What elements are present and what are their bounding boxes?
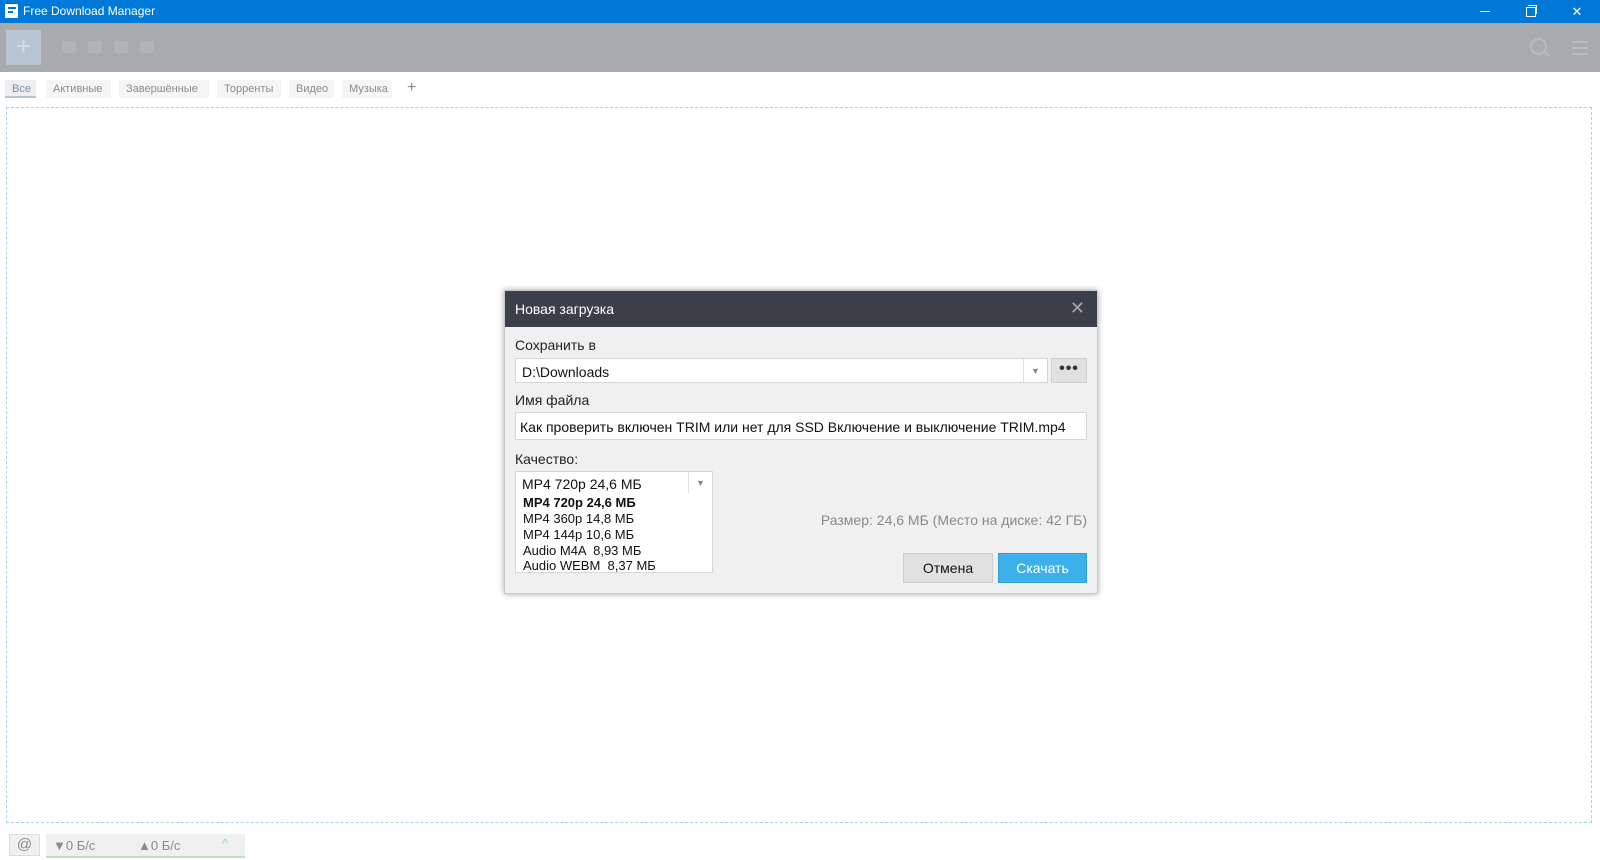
quality-option[interactable]: Audio M4A 8,93 МБ xyxy=(523,543,641,558)
tab-active[interactable]: Активные xyxy=(46,80,111,98)
chevron-up-icon[interactable]: ^ xyxy=(222,836,228,851)
upload-speed: ▲0 Б/с xyxy=(138,838,181,853)
filename-input[interactable]: Как проверить включен TRIM или нет для S… xyxy=(515,412,1087,440)
dialog-header: Новая загрузка ✕ xyxy=(505,291,1097,327)
dialog-close-icon[interactable]: ✕ xyxy=(1070,298,1085,318)
title-bar: Free Download Manager ✕ xyxy=(0,0,1600,23)
window-title: Free Download Manager xyxy=(23,4,156,18)
speed-panel[interactable]: ▼0 Б/с ▲0 Б/с ^ xyxy=(46,834,245,858)
add-tab-button[interactable]: + xyxy=(407,79,416,97)
save-to-combobox[interactable]: D:\Downloads ▼ xyxy=(515,358,1048,383)
new-download-dialog: Новая загрузка ✕ Сохранить в D:\Download… xyxy=(504,290,1098,594)
start-icon[interactable] xyxy=(62,41,76,53)
toolbar: + xyxy=(0,23,1600,72)
restore-icon xyxy=(1526,4,1537,17)
restore-button[interactable] xyxy=(1508,0,1554,23)
quality-option[interactable]: Audio WEBM 8,37 МБ xyxy=(523,558,656,573)
save-to-value: D:\Downloads xyxy=(522,364,610,380)
filename-value: Как проверить включен TRIM или нет для S… xyxy=(520,419,1066,435)
chevron-down-icon[interactable]: ▼ xyxy=(688,472,712,494)
search-icon[interactable] xyxy=(1530,38,1547,55)
browse-button[interactable]: ••• xyxy=(1051,358,1087,383)
minimize-button[interactable] xyxy=(1462,0,1508,23)
quality-selected-value: MP4 720p 24,6 МБ xyxy=(522,476,642,492)
quality-option[interactable]: MP4 360p 14,8 МБ xyxy=(523,511,634,526)
dialog-title: Новая загрузка xyxy=(515,301,615,317)
tab-video[interactable]: Видео xyxy=(289,80,334,98)
download-button[interactable]: Скачать xyxy=(998,553,1087,583)
quality-option[interactable]: MP4 144p 10,6 МБ xyxy=(523,527,634,542)
close-window-button[interactable]: ✕ xyxy=(1554,0,1600,23)
tab-all[interactable]: Все xyxy=(5,80,36,98)
quality-option[interactable]: MP4 720p 24,6 МБ xyxy=(523,495,636,510)
tab-completed[interactable]: Завершённые xyxy=(119,80,209,98)
filename-label: Имя файла xyxy=(515,392,590,408)
size-info: Размер: 24,6 МБ (Место на диске: 42 ГБ) xyxy=(820,512,1087,528)
add-download-button[interactable]: + xyxy=(6,30,41,65)
delete-icon[interactable] xyxy=(140,41,154,53)
download-speed: ▼0 Б/с xyxy=(53,838,96,853)
status-bar: @ ▼0 Б/с ▲0 Б/с ^ xyxy=(0,832,1600,860)
quality-dropdown-list: MP4 720p 24,6 МБ MP4 360p 14,8 МБ MP4 14… xyxy=(515,493,713,573)
tab-torrents[interactable]: Торренты xyxy=(217,80,281,98)
save-to-label: Сохранить в xyxy=(515,337,596,353)
chevron-down-icon[interactable]: ▼ xyxy=(1023,359,1047,382)
minimize-icon xyxy=(1480,11,1490,12)
app-logo-icon xyxy=(5,4,18,18)
quality-label: Качество: xyxy=(515,451,579,467)
settings-icon[interactable] xyxy=(114,41,128,53)
hamburger-menu-icon[interactable] xyxy=(1572,41,1588,59)
quality-select[interactable]: MP4 720p 24,6 МБ ▼ xyxy=(515,471,713,495)
tab-music[interactable]: Музыка xyxy=(342,80,392,98)
snail-icon[interactable]: @ xyxy=(9,834,40,856)
cancel-button[interactable]: Отмена xyxy=(903,553,993,583)
pause-icon[interactable] xyxy=(88,41,102,53)
